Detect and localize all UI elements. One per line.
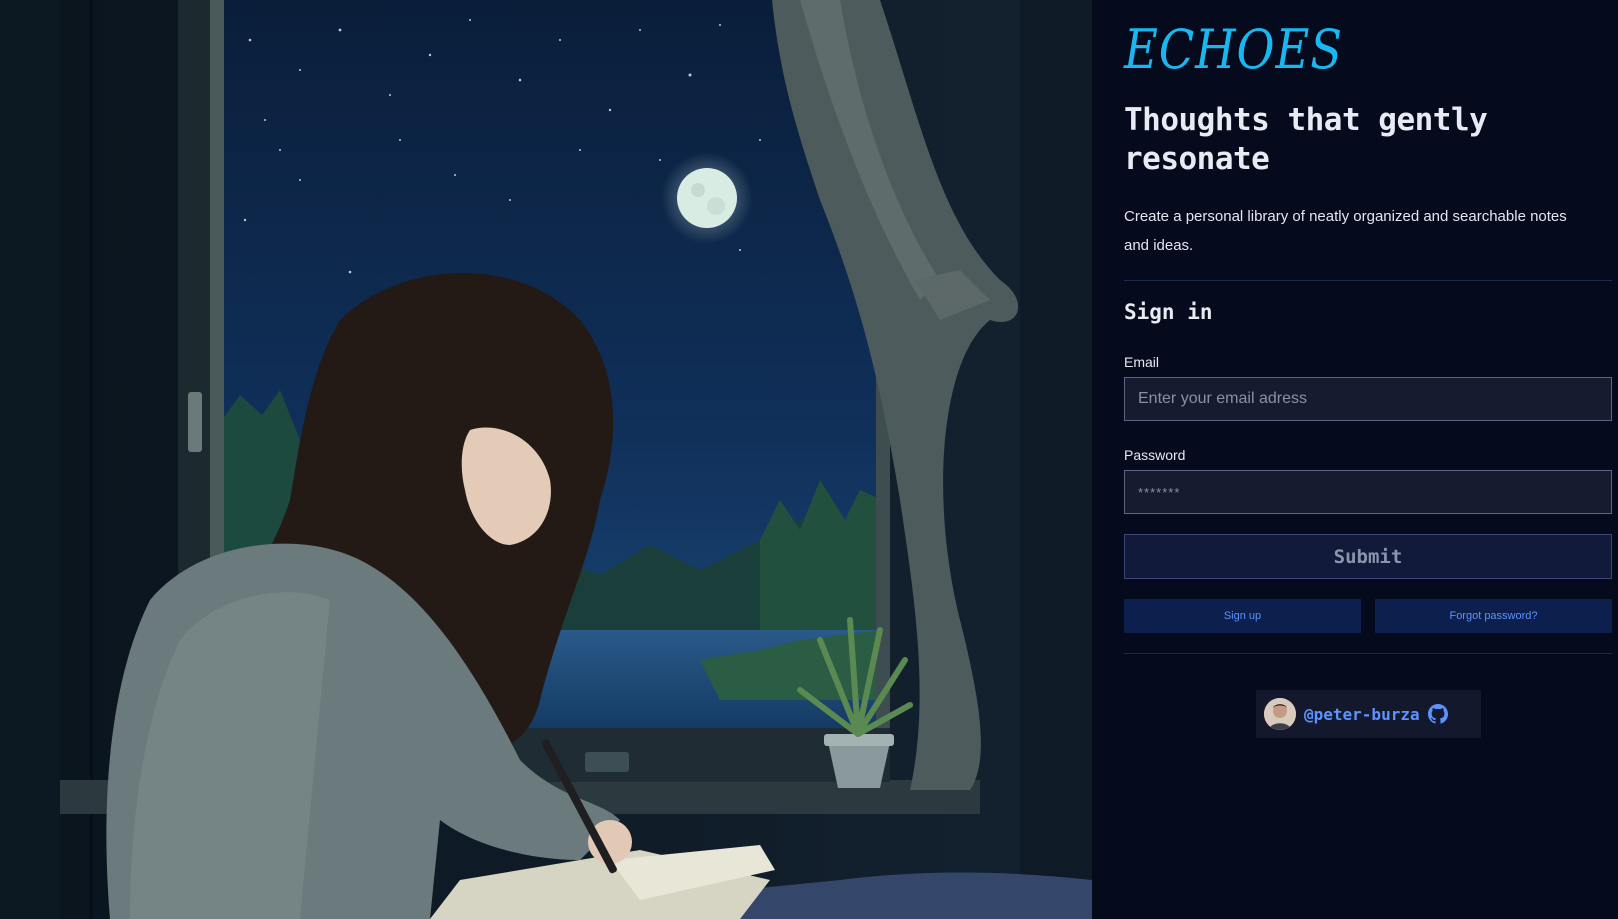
email-input[interactable] xyxy=(1124,377,1612,421)
signup-button[interactable]: Sign up xyxy=(1124,599,1361,633)
description: Create a personal library of neatly orga… xyxy=(1124,208,1567,254)
signin-title: Sign in xyxy=(1124,300,1213,324)
divider xyxy=(1124,280,1612,281)
tagline: Thoughts that gently resonate xyxy=(1124,102,1488,177)
avatar-image xyxy=(1264,698,1296,730)
forgot-password-button[interactable]: Forgot password? xyxy=(1375,599,1612,633)
hero-illustration xyxy=(0,0,1092,919)
submit-button[interactable]: Submit xyxy=(1124,534,1612,579)
app-logo: ECHOES xyxy=(1124,18,1343,81)
password-label: Password xyxy=(1124,447,1186,463)
author-handle: @peter-burza xyxy=(1304,704,1420,724)
signin-panel: ECHOES Thoughts that gently resonate Cre… xyxy=(1092,0,1618,919)
night-window-scene xyxy=(0,0,1092,919)
email-label: Email xyxy=(1124,354,1160,370)
password-input[interactable] xyxy=(1124,470,1612,514)
divider xyxy=(1124,653,1612,654)
author-credit-link[interactable]: @peter-burza xyxy=(1256,690,1481,738)
avatar xyxy=(1264,698,1296,730)
github-icon xyxy=(1427,704,1448,724)
